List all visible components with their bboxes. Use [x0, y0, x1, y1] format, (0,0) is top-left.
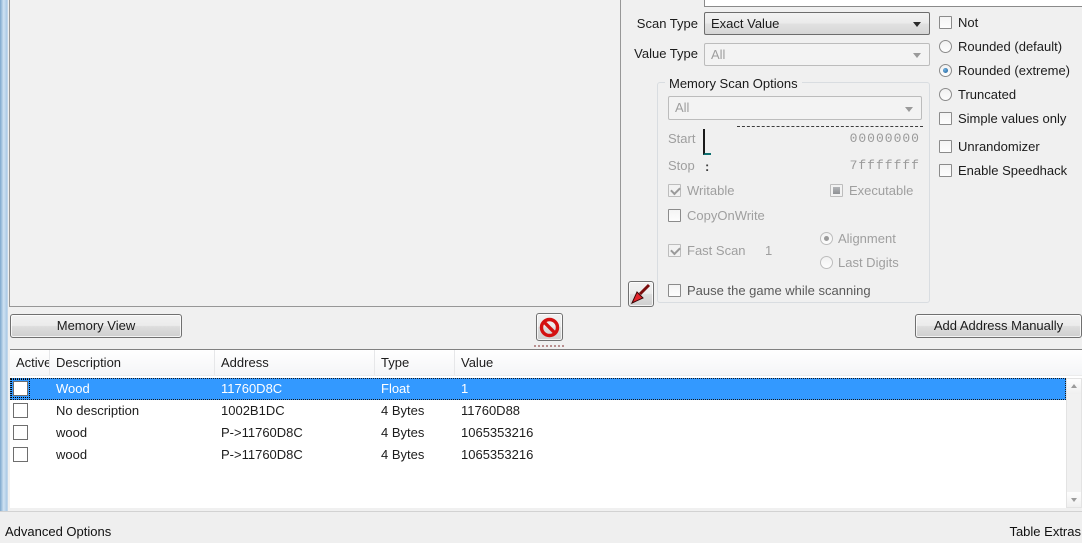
- stop-address-field: 7fffffff: [760, 158, 920, 173]
- row-value: 1065353216: [455, 422, 1066, 444]
- row-description: Wood: [50, 378, 215, 400]
- scan-region-selected: All: [675, 100, 689, 115]
- vertical-scrollbar[interactable]: [1066, 378, 1082, 508]
- cheat-engine-window: Scan Type Exact Value Not Value Type All…: [0, 0, 1082, 543]
- rounded-extreme-label: Rounded (extreme): [958, 63, 1070, 78]
- column-header-description[interactable]: Description: [50, 350, 215, 375]
- row-type: 4 Bytes: [375, 422, 455, 444]
- active-checkbox[interactable]: [13, 425, 28, 440]
- render-artifact: [737, 126, 923, 127]
- value-type-dropdown: All: [704, 43, 930, 66]
- pause-game-checkbox[interactable]: [668, 284, 681, 297]
- memory-scan-options-title: Memory Scan Options: [665, 76, 802, 91]
- row-value: 11760D88: [455, 400, 1066, 422]
- memory-view-button[interactable]: Memory View: [10, 314, 182, 338]
- prohibition-icon: [538, 316, 561, 339]
- scan-type-selected: Exact Value: [711, 16, 779, 31]
- simple-values-label: Simple values only: [958, 111, 1066, 126]
- rounded-default-radio[interactable]: [939, 40, 952, 53]
- last-digits-radio: [820, 256, 833, 269]
- table-row[interactable]: No description 1002B1DC 4 Bytes 11760D88: [10, 400, 1066, 422]
- active-checkbox[interactable]: [13, 447, 28, 462]
- start-label: Start: [668, 131, 695, 146]
- address-list-header: Active Description Address Type Value: [10, 350, 1082, 376]
- alignment-radio: [820, 232, 833, 245]
- copyonwrite-label: CopyOnWrite: [687, 208, 765, 223]
- red-arrow-icon: [629, 282, 653, 306]
- column-header-active[interactable]: Active: [10, 350, 50, 375]
- value-type-label: Value Type: [598, 46, 698, 61]
- unrandomizer-checkbox[interactable]: [939, 140, 952, 153]
- add-address-manually-button[interactable]: Add Address Manually: [915, 314, 1082, 338]
- render-artifact: :: [705, 159, 709, 174]
- window-left-edge: [0, 0, 8, 511]
- row-type: 4 Bytes: [375, 444, 455, 466]
- start-address-field: 00000000: [760, 131, 920, 146]
- chevron-down-icon: [905, 107, 913, 112]
- table-extras-link[interactable]: Table Extras: [1009, 524, 1081, 539]
- chevron-down-icon: [913, 22, 921, 27]
- address-list-rows: Wood 11760D8C Float 1 No description 100…: [10, 378, 1066, 466]
- copyonwrite-checkbox[interactable]: [668, 209, 681, 222]
- active-checkbox[interactable]: [13, 381, 28, 396]
- scan-type-label: Scan Type: [598, 16, 698, 31]
- truncated-label: Truncated: [958, 87, 1016, 102]
- not-label: Not: [958, 15, 978, 30]
- value-type-selected: All: [711, 47, 725, 62]
- column-header-address[interactable]: Address: [215, 350, 375, 375]
- executable-checkbox: [830, 184, 843, 197]
- address-list: Active Description Address Type Value Wo…: [10, 349, 1082, 508]
- enable-speedhack-checkbox[interactable]: [939, 164, 952, 177]
- row-type: Float: [375, 378, 455, 400]
- enable-speedhack-label: Enable Speedhack: [958, 163, 1067, 178]
- fast-scan-checkbox: [668, 244, 681, 257]
- simple-values-checkbox[interactable]: [939, 112, 952, 125]
- cancel-scan-button[interactable]: [536, 313, 563, 341]
- alignment-label: Alignment: [838, 231, 896, 246]
- active-checkbox[interactable]: [13, 403, 28, 418]
- scan-region-dropdown: All: [668, 96, 922, 120]
- found-address-list[interactable]: [9, 0, 621, 307]
- scroll-down-button[interactable]: [1067, 492, 1081, 507]
- resize-grip-dots: [534, 344, 564, 347]
- table-row[interactable]: wood P->11760D8C 4 Bytes 1065353216: [10, 422, 1066, 444]
- chevron-down-icon: [913, 53, 921, 58]
- render-artifact: [703, 129, 711, 155]
- writable-checkbox: [668, 184, 681, 197]
- rounded-default-label: Rounded (default): [958, 39, 1062, 54]
- row-address: 1002B1DC: [215, 400, 375, 422]
- scan-value-input[interactable]: [704, 0, 1082, 7]
- row-description: No description: [50, 400, 215, 422]
- truncated-radio[interactable]: [939, 88, 952, 101]
- pointer-arrow-button[interactable]: [628, 281, 654, 307]
- row-description: wood: [50, 444, 215, 466]
- triangle-up-icon: [1071, 384, 1077, 388]
- table-row[interactable]: wood P->11760D8C 4 Bytes 1065353216: [10, 444, 1066, 466]
- triangle-down-icon: [1071, 498, 1077, 502]
- row-value: 1065353216: [455, 444, 1066, 466]
- unrandomizer-label: Unrandomizer: [958, 139, 1040, 154]
- row-value: 1: [455, 378, 1066, 400]
- pause-game-label: Pause the game while scanning: [687, 283, 871, 298]
- table-row[interactable]: Wood 11760D8C Float 1: [10, 378, 1066, 400]
- stop-label: Stop: [668, 158, 695, 173]
- column-header-type[interactable]: Type: [375, 350, 455, 375]
- row-type: 4 Bytes: [375, 400, 455, 422]
- scan-type-dropdown[interactable]: Exact Value: [704, 12, 930, 35]
- last-digits-label: Last Digits: [838, 255, 899, 270]
- not-checkbox[interactable]: [939, 16, 952, 29]
- executable-label: Executable: [849, 183, 913, 198]
- scroll-up-button[interactable]: [1067, 379, 1081, 394]
- row-address: P->11760D8C: [215, 422, 375, 444]
- column-header-value[interactable]: Value: [455, 350, 1082, 375]
- fast-scan-value: 1: [765, 243, 772, 258]
- rounded-extreme-radio[interactable]: [939, 64, 952, 77]
- fast-scan-label: Fast Scan: [687, 243, 746, 258]
- advanced-options-link[interactable]: Advanced Options: [5, 524, 111, 539]
- writable-label: Writable: [687, 183, 734, 198]
- status-bar: Advanced Options Table Extras: [0, 511, 1082, 543]
- row-address: 11760D8C: [215, 378, 375, 400]
- row-address: P->11760D8C: [215, 444, 375, 466]
- row-description: wood: [50, 422, 215, 444]
